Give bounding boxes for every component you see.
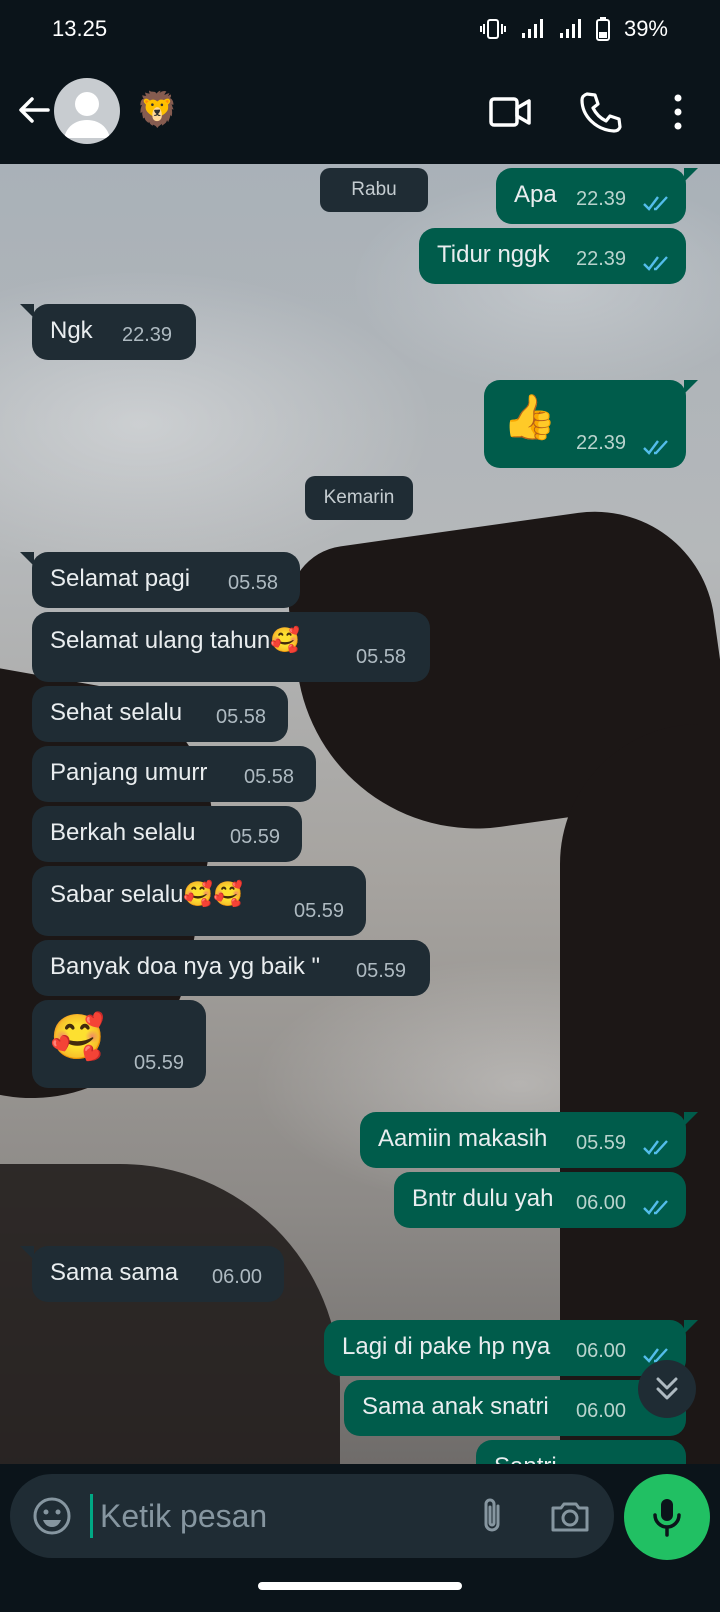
incoming-message[interactable]: Sabar selalu🥰🥰 05.59 (32, 866, 366, 936)
status-icons: 39% (479, 16, 668, 42)
outgoing-message[interactable]: Tidur nggk 22.39 (419, 228, 686, 284)
incoming-message[interactable]: Berkah selalu 05.59 (32, 806, 302, 862)
incoming-message[interactable]: Panjang umurr 05.58 (32, 746, 316, 802)
outgoing-message[interactable]: Santri (476, 1440, 686, 1464)
bubble-tail (684, 380, 698, 394)
emoji-icon[interactable] (30, 1494, 74, 1538)
default-avatar-icon (64, 92, 110, 138)
incoming-message[interactable]: Selamat ulang tahun🥰 05.58 (32, 612, 430, 682)
read-tick-icon (643, 196, 668, 211)
text-cursor (90, 1494, 93, 1538)
video-call-icon[interactable] (488, 90, 532, 134)
bubble-tail (684, 168, 698, 182)
signal-icon-2 (559, 19, 581, 38)
battery-icon (595, 17, 610, 41)
signal-icon (521, 19, 543, 38)
outgoing-message[interactable]: Apa 22.39 (496, 168, 698, 224)
read-tick-icon (643, 256, 668, 271)
battery-percentage: 39% (623, 16, 668, 41)
incoming-message[interactable]: Sehat selalu 05.58 (32, 686, 288, 742)
chat-header: 🦁 (0, 60, 720, 164)
double-chevron-down-icon (656, 1377, 678, 1400)
bubble-tail (20, 304, 34, 318)
bubble-tail (684, 1112, 698, 1126)
bubble-tail (20, 552, 34, 566)
message-input[interactable]: Ketik pesan (100, 1494, 267, 1538)
outgoing-message[interactable]: 👍 22.39 (484, 380, 698, 468)
read-tick-icon (643, 1200, 668, 1215)
read-tick-icon (643, 1140, 668, 1155)
incoming-message[interactable]: Ngk 22.39 (20, 304, 196, 360)
wallpaper-shape (0, 1164, 340, 1464)
outgoing-message[interactable]: Lagi di pake hp nya 06.00 (324, 1320, 698, 1376)
microphone-icon (653, 1499, 681, 1537)
bubble-tail (20, 1246, 34, 1260)
read-tick-icon (643, 440, 668, 455)
status-time: 13.25 (52, 16, 108, 41)
scroll-to-bottom-button[interactable] (638, 1360, 696, 1418)
outgoing-message[interactable]: Bntr dulu yah 06.00 (394, 1172, 686, 1228)
contact-name[interactable]: 🦁 (136, 90, 178, 130)
incoming-message[interactable]: Banyak doa nya yg baik " 05.59 (32, 940, 430, 996)
system-navigation-bar (0, 1566, 720, 1612)
message-input-bar: Ketik pesan (10, 1474, 614, 1558)
date-chip: Rabu (320, 168, 428, 212)
incoming-message[interactable]: Sama sama 06.00 (20, 1246, 284, 1302)
avatar[interactable] (54, 78, 120, 144)
camera-icon[interactable] (548, 1494, 592, 1538)
more-options-icon[interactable] (656, 90, 700, 134)
voice-record-button[interactable] (624, 1474, 710, 1560)
phone-call-icon[interactable] (578, 90, 622, 134)
back-arrow-icon[interactable] (14, 90, 54, 130)
date-chip: Kemarin (305, 476, 413, 520)
attach-icon[interactable] (470, 1494, 514, 1538)
vibrate-icon (479, 19, 506, 39)
outgoing-message[interactable]: Aamiin makasih 05.59 (360, 1112, 698, 1168)
incoming-message[interactable]: 🥰 05.59 (32, 1000, 206, 1088)
status-bar: 13.25 39% (0, 0, 720, 60)
chat-area[interactable]: Rabu Kemarin Apa 22.39 Tidur nggk 22.39 … (0, 164, 720, 1464)
bubble-tail (684, 1320, 698, 1334)
incoming-message[interactable]: Selamat pagi 05.58 (20, 552, 300, 608)
outgoing-message[interactable]: Sama anak snatri 06.00 (344, 1380, 686, 1436)
home-gesture-handle[interactable] (258, 1582, 462, 1590)
